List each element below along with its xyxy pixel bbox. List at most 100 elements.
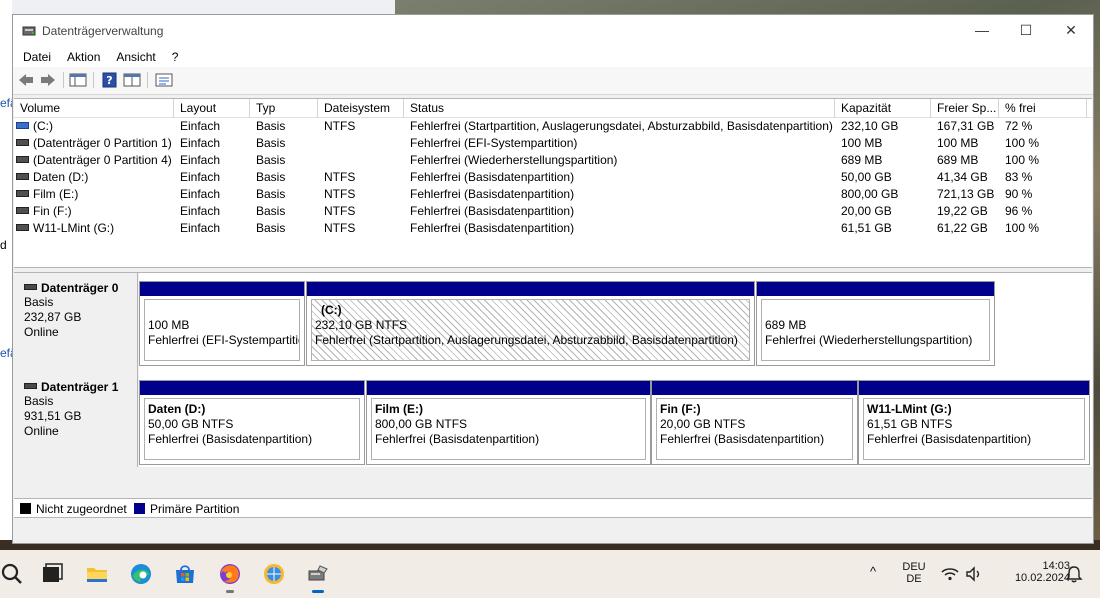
primary-partition-bar [367, 381, 650, 395]
table-row[interactable]: (C:) Einfach Basis NTFS Fehlerfrei (Startpar… [14, 118, 1092, 135]
status-bar [14, 522, 1092, 543]
cell-kapazitaet: 50,00 GB [841, 170, 892, 184]
column-dateisystem[interactable]: Dateisystem [318, 99, 404, 118]
partition-e[interactable]: Film (E:) 800,00 GB NTFS Fehlerfrei (Bas… [366, 380, 651, 465]
partition-title: Fin (F:) [660, 402, 701, 416]
file-explorer-icon[interactable] [85, 562, 109, 586]
table-row[interactable]: W11-LMint (G:) Einfach Basis NTFS Fehlerfrei… [14, 220, 1092, 237]
language-code: DEU [902, 561, 926, 573]
partition-size: 689 MB [765, 318, 807, 332]
cell-kapazitaet: 232,10 GB [841, 119, 899, 133]
maximize-button[interactable]: ☐ [1003, 15, 1049, 47]
cell-prozent-frei: 96 % [1005, 204, 1033, 218]
cell-typ: Basis [256, 204, 286, 218]
column-kapazitaet[interactable]: Kapazität [835, 99, 931, 118]
table-row[interactable]: (Datenträger 0 Partition 4) Einfach Basis F… [14, 152, 1092, 169]
search-icon[interactable] [0, 562, 24, 586]
partition-recovery[interactable]: 689 MB Fehlerfrei (Wiederherstellungspar… [756, 281, 995, 366]
clock-date: 10.02.2024 [1014, 572, 1070, 584]
console-tree-icon[interactable] [69, 72, 87, 88]
cell-status: Fehlerfrei (Basisdatenpartition) [410, 221, 575, 235]
partition-g[interactable]: W11-LMint (G:) 61,51 GB NTFS Fehlerfrei … [858, 380, 1090, 465]
minimize-button[interactable]: — [959, 15, 1005, 47]
back-arrow-icon[interactable] [17, 72, 35, 88]
volume-name: Fin (F:) [33, 204, 72, 218]
column-typ[interactable]: Typ [250, 99, 318, 118]
cell-typ: Basis [256, 221, 286, 235]
partition-f[interactable]: Fin (F:) 20,00 GB NTFS Fehlerfrei (Basis… [651, 380, 858, 465]
cell-volume: (Datenträger 0 Partition 4) [14, 152, 172, 169]
svg-text:?: ? [106, 74, 112, 87]
partition-efi[interactable]: 100 MB Fehlerfrei (EFI-Systempartitio [139, 281, 305, 366]
cell-status: Fehlerfrei (Basisdatenpartition) [410, 187, 575, 201]
notification-bell-icon[interactable] [1064, 564, 1084, 584]
cell-dateisystem: NTFS [324, 119, 356, 133]
partition-status: Fehlerfrei (Startpartition, Auslagerungs… [315, 333, 738, 347]
volume-icon [16, 207, 29, 215]
properties-icon[interactable] [155, 72, 173, 88]
help-icon[interactable]: ? [101, 72, 119, 88]
disk-0-type: Basis [24, 295, 54, 309]
partition-c[interactable]: (C:) 232,10 GB NTFS Fehlerfrei (Startpar… [306, 281, 755, 366]
cell-prozent-frei: 83 % [1005, 170, 1033, 184]
language-indicator[interactable]: DEU DE [900, 561, 928, 585]
column-prozent-frei[interactable]: % frei [999, 99, 1087, 118]
cell-volume: Fin (F:) [14, 203, 72, 220]
cell-typ: Basis [256, 187, 286, 201]
column-volume[interactable]: Volume [14, 99, 174, 118]
forward-arrow-icon[interactable] [39, 72, 57, 88]
disk-management-taskbar-icon[interactable] [306, 562, 330, 586]
volume-icon [16, 173, 29, 181]
disk-1-partitions: Daten (D:) 50,00 GB NTFS Fehlerfrei (Bas… [139, 372, 1092, 471]
toolbar: ? [13, 67, 1093, 95]
cell-volume: W11-LMint (G:) [14, 220, 114, 237]
disk-0-label[interactable]: Datenträger 0 Basis 232,87 GB Online [14, 273, 138, 372]
wifi-icon[interactable] [940, 564, 960, 584]
firefox-icon[interactable] [218, 562, 242, 586]
keyboard-layout: DE [906, 573, 922, 585]
toolbar-separator [147, 72, 148, 88]
close-button[interactable]: ✕ [1048, 15, 1094, 47]
column-status[interactable]: Status [404, 99, 835, 118]
cell-dateisystem [318, 152, 324, 169]
task-view-icon[interactable] [40, 562, 64, 586]
title-bar[interactable]: Datenträgerverwaltung — ☐ ✕ [13, 15, 1093, 47]
volume-name: W11-LMint (G:) [33, 221, 115, 235]
cell-kapazitaet: 800,00 GB [841, 187, 899, 201]
table-row[interactable]: Daten (D:) Einfach Basis NTFS Fehlerfrei (Ba… [14, 169, 1092, 186]
tray-chevron-icon[interactable]: ^ [870, 564, 876, 579]
cell-layout: Einfach [180, 136, 221, 150]
edge-browser-icon[interactable] [129, 562, 153, 586]
cell-dateisystem: NTFS [324, 170, 356, 184]
volume-speaker-icon[interactable] [964, 564, 984, 584]
cell-dateisystem: NTFS [324, 204, 356, 218]
disk-1-label[interactable]: Datenträger 1 Basis 931,51 GB Online [14, 372, 138, 471]
menu-aktion[interactable]: Aktion [57, 47, 106, 67]
clock-time: 14:03 [1042, 560, 1070, 572]
table-row[interactable]: (Datenträger 0 Partition 1) Einfach Basis F… [14, 135, 1092, 152]
primary-swatch [134, 503, 145, 515]
disk-view-empty-area [14, 467, 1092, 497]
microsoft-store-icon[interactable] [173, 562, 197, 586]
globe-settings-icon[interactable] [262, 562, 286, 586]
column-freier-speicher[interactable]: Freier Sp... [931, 99, 999, 118]
partition-status: Fehlerfrei (Wiederherstellungspartition) [765, 333, 973, 347]
volume-icon [16, 224, 29, 232]
view-panel-icon[interactable] [123, 72, 141, 88]
partition-d[interactable]: Daten (D:) 50,00 GB NTFS Fehlerfrei (Bas… [139, 380, 365, 465]
table-row[interactable]: Fin (F:) Einfach Basis NTFS Fehlerfrei (Basi… [14, 203, 1092, 220]
volume-icon [16, 190, 29, 198]
column-layout[interactable]: Layout [174, 99, 250, 118]
table-row[interactable]: Film (E:) Einfach Basis NTFS Fehlerfrei (Bas… [14, 186, 1092, 203]
menu-datei[interactable]: Datei [17, 47, 57, 67]
clock[interactable]: 14:03 10.02.2024 [1010, 560, 1070, 584]
primary-partition-bar [757, 282, 994, 296]
disk-0-state: Online [24, 325, 59, 339]
cell-layout: Einfach [180, 170, 221, 184]
menu-help[interactable]: ? [162, 47, 185, 67]
volume-icon [16, 139, 29, 147]
menu-ansicht[interactable]: Ansicht [106, 47, 161, 67]
volume-name: (C:) [33, 119, 53, 133]
partition-size: 50,00 GB NTFS [148, 417, 234, 431]
cell-typ: Basis [256, 136, 286, 150]
